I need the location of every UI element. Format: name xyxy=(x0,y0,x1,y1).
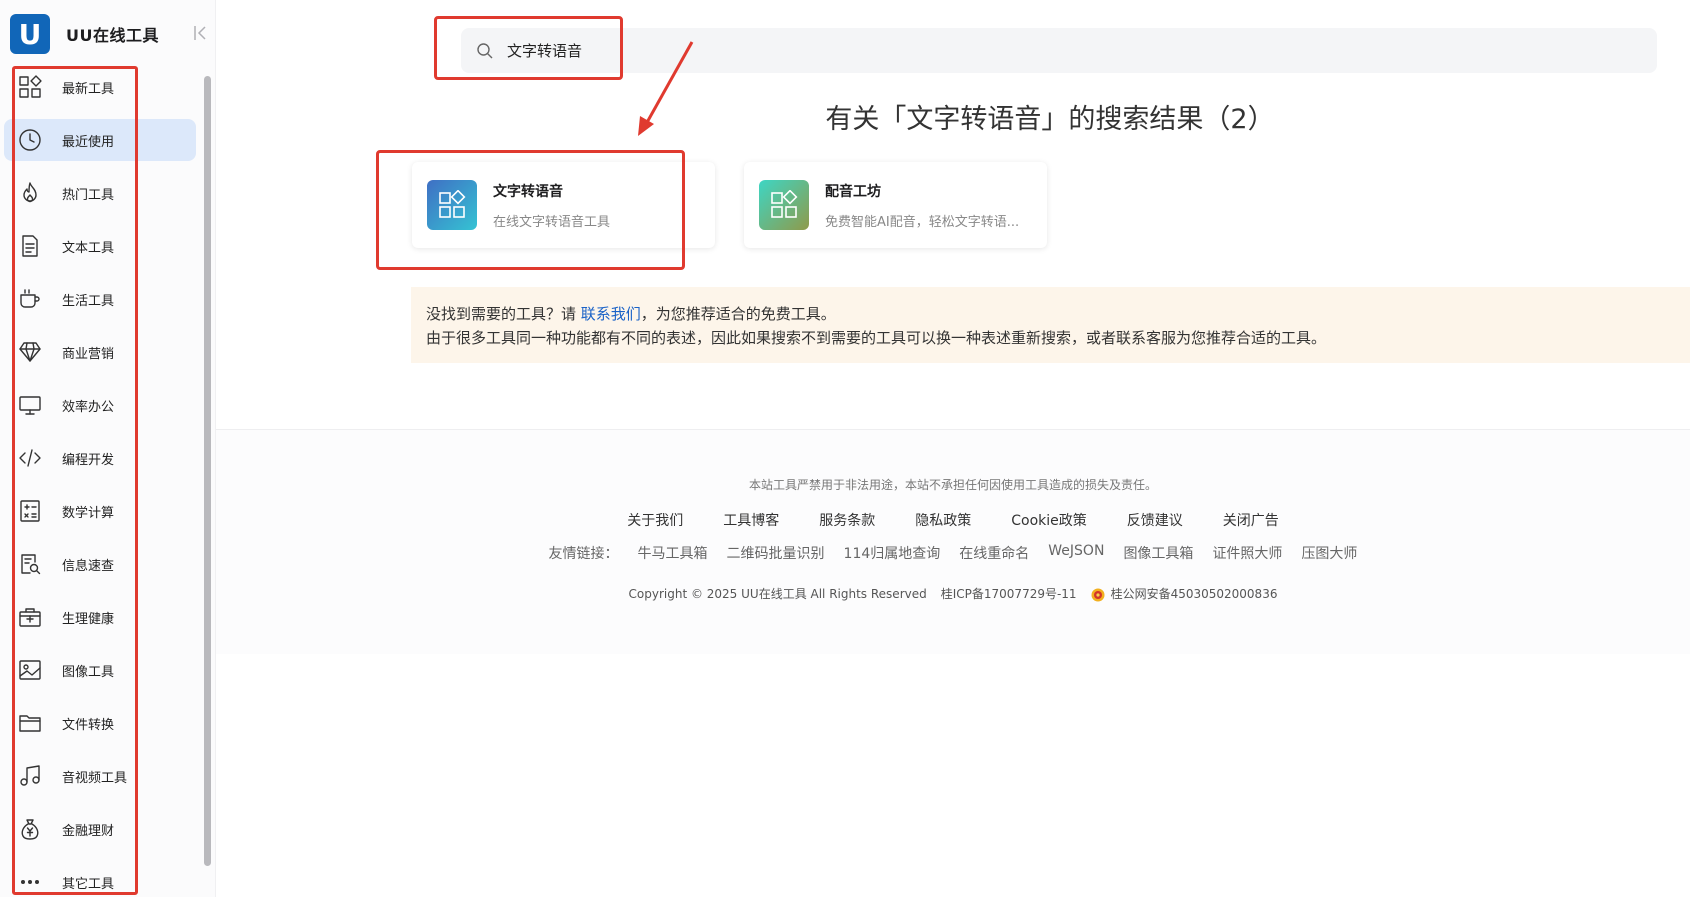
result-card-text-to-speech[interactable]: 文字转语音 在线文字转语音工具 xyxy=(412,162,715,248)
medkit-icon xyxy=(17,604,43,630)
card-desc: 免费智能AI配音，轻松文字转语... xyxy=(825,214,1020,230)
footer-copyright-row: Copyright © 2025 UU在线工具 All Rights Reser… xyxy=(216,585,1690,602)
image-icon xyxy=(17,657,43,683)
sidebar-item-label: 热门工具 xyxy=(62,187,115,203)
sidebar-item[interactable]: 最近使用 xyxy=(4,119,196,161)
document-icon xyxy=(17,233,43,259)
sidebar-item-label: 图像工具 xyxy=(62,664,115,680)
friend-link[interactable]: 在线重命名 xyxy=(959,543,1029,563)
sidebar-item[interactable]: 编程开发 xyxy=(4,437,196,479)
sidebar-item-label: 其它工具 xyxy=(62,876,115,892)
annotation-arrow xyxy=(638,41,694,136)
calculator-icon xyxy=(17,498,43,524)
sidebar-item-label: 效率办公 xyxy=(62,399,115,415)
result-card-dubbing-workshop[interactable]: 配音工坊 免费智能AI配音，轻松文字转语... xyxy=(744,162,1047,248)
sidebar-item-label: 金融理财 xyxy=(62,823,115,839)
sidebar-item[interactable]: 商业营销 xyxy=(4,331,196,373)
sidebar-item-label: 商业营销 xyxy=(62,346,115,362)
footer-link-about[interactable]: 关于我们 xyxy=(627,510,683,530)
police-badge-icon xyxy=(1091,588,1105,601)
contact-us-link[interactable]: 联系我们 xyxy=(581,305,641,323)
sidebar-item-label: 编程开发 xyxy=(62,452,115,468)
diamond-icon xyxy=(17,339,43,365)
code-icon xyxy=(17,445,43,471)
footer-links: 关于我们 工具博客 服务条款 隐私政策 Cookie政策 反馈建议 关闭广告 xyxy=(216,510,1690,530)
brand-name[interactable]: UU在线工具 xyxy=(66,22,159,46)
icp-link[interactable]: 桂ICP备17007729号-11 xyxy=(941,585,1077,602)
collapse-left-icon xyxy=(194,26,206,40)
collapse-sidebar-button[interactable] xyxy=(190,22,210,44)
friend-links: 友情链接： 牛马工具箱 二维码批量识别 114归属地查询 在线重命名 WeJSO… xyxy=(216,543,1690,563)
footer-link-blog[interactable]: 工具博客 xyxy=(723,510,779,530)
footer-link-terms[interactable]: 服务条款 xyxy=(819,510,875,530)
brand[interactable]: U UU在线工具 xyxy=(10,14,159,54)
footer-link-cookie[interactable]: Cookie政策 xyxy=(1011,510,1087,530)
more-icon xyxy=(17,869,43,895)
monitor-icon xyxy=(17,392,43,418)
notice-line-2: 由于很多工具同一种功能都有不同的表述，因此如果搜索不到需要的工具可以换一种表述重… xyxy=(426,329,1327,347)
police-record[interactable]: 桂公网安备45030502000836 xyxy=(1091,585,1277,602)
sidebar-item[interactable]: 热门工具 xyxy=(4,172,196,214)
sidebar-item-label: 生理健康 xyxy=(62,611,115,627)
card-title: 配音工坊 xyxy=(825,183,881,200)
footer-link-close-ads[interactable]: 关闭广告 xyxy=(1223,510,1279,530)
search-doc-icon xyxy=(17,551,43,577)
clock-icon xyxy=(17,127,43,153)
sidebar-item[interactable]: 生理健康 xyxy=(4,596,196,638)
grid-new-icon xyxy=(17,74,43,100)
sidebar-item-label: 生活工具 xyxy=(62,293,115,309)
music-icon xyxy=(17,763,43,789)
sidebar: U UU在线工具 最新工具最近使用热门工具文本工具生活工具商业营销效率办公编程开… xyxy=(0,0,216,897)
footer-link-feedback[interactable]: 反馈建议 xyxy=(1127,510,1183,530)
folder-icon xyxy=(17,710,43,736)
friend-link[interactable]: WeJSON xyxy=(1048,543,1104,563)
sidebar-item[interactable]: 其它工具 xyxy=(4,861,196,897)
card-desc: 在线文字转语音工具 xyxy=(493,214,611,230)
sidebar-item-label: 最新工具 xyxy=(62,81,115,97)
copyright-text: Copyright © 2025 UU在线工具 All Rights Reser… xyxy=(628,587,927,601)
sidebar-item-label: 数学计算 xyxy=(62,505,115,521)
flame-icon xyxy=(17,180,43,206)
tool-grid-icon xyxy=(427,180,477,230)
search-icon[interactable] xyxy=(475,41,495,61)
friend-link[interactable]: 证件照大师 xyxy=(1212,543,1282,563)
sidebar-item[interactable]: 音视频工具 xyxy=(4,755,196,797)
sidebar-scrollbar[interactable] xyxy=(204,76,211,866)
sidebar-item-label: 音视频工具 xyxy=(62,770,128,786)
money-bag-icon xyxy=(17,816,43,842)
footer: 本站工具严禁用于非法用途，本站不承担任何因使用工具造成的损失及责任。 关于我们 … xyxy=(216,429,1690,654)
sidebar-item[interactable]: 最新工具 xyxy=(4,66,196,108)
tool-grid-icon xyxy=(759,180,809,230)
friend-link[interactable]: 二维码批量识别 xyxy=(727,543,825,563)
friend-link[interactable]: 114归属地查询 xyxy=(844,543,941,563)
sidebar-item-label: 最近使用 xyxy=(62,134,115,150)
sidebar-item-label: 信息速查 xyxy=(62,558,115,574)
notice-line-1: 没找到需要的工具？请 联系我们，为您推荐适合的免费工具。 xyxy=(426,305,836,323)
search-input[interactable] xyxy=(507,41,1107,60)
sidebar-item[interactable]: 效率办公 xyxy=(4,384,196,426)
friend-link[interactable]: 牛马工具箱 xyxy=(638,543,708,563)
sidebar-item[interactable]: 图像工具 xyxy=(4,649,196,691)
card-title: 文字转语音 xyxy=(493,183,563,200)
sidebar-item[interactable]: 信息速查 xyxy=(4,543,196,585)
sidebar-menu: 最新工具最近使用热门工具文本工具生活工具商业营销效率办公编程开发数学计算信息速查… xyxy=(0,66,200,897)
sidebar-item-label: 文件转换 xyxy=(62,717,115,733)
friend-link[interactable]: 压图大师 xyxy=(1301,543,1357,563)
friend-link[interactable]: 图像工具箱 xyxy=(1123,543,1193,563)
sidebar-item[interactable]: 生活工具 xyxy=(4,278,196,320)
results-title: 有关「文字转语音」的搜索结果（2） xyxy=(825,104,1275,135)
logo[interactable]: U xyxy=(10,14,50,54)
cup-icon xyxy=(17,286,43,312)
sidebar-item[interactable]: 数学计算 xyxy=(4,490,196,532)
sidebar-item[interactable]: 金融理财 xyxy=(4,808,196,850)
sidebar-item-label: 文本工具 xyxy=(62,240,115,256)
footer-disclaimer: 本站工具严禁用于非法用途，本站不承担任何因使用工具造成的损失及责任。 xyxy=(748,478,1157,492)
not-found-notice: 没找到需要的工具？请 联系我们，为您推荐适合的免费工具。 由于很多工具同一种功能… xyxy=(411,287,1690,363)
sidebar-item[interactable]: 文件转换 xyxy=(4,702,196,744)
footer-link-privacy[interactable]: 隐私政策 xyxy=(915,510,971,530)
sidebar-item[interactable]: 文本工具 xyxy=(4,225,196,267)
friend-links-label: 友情链接： xyxy=(548,546,619,562)
